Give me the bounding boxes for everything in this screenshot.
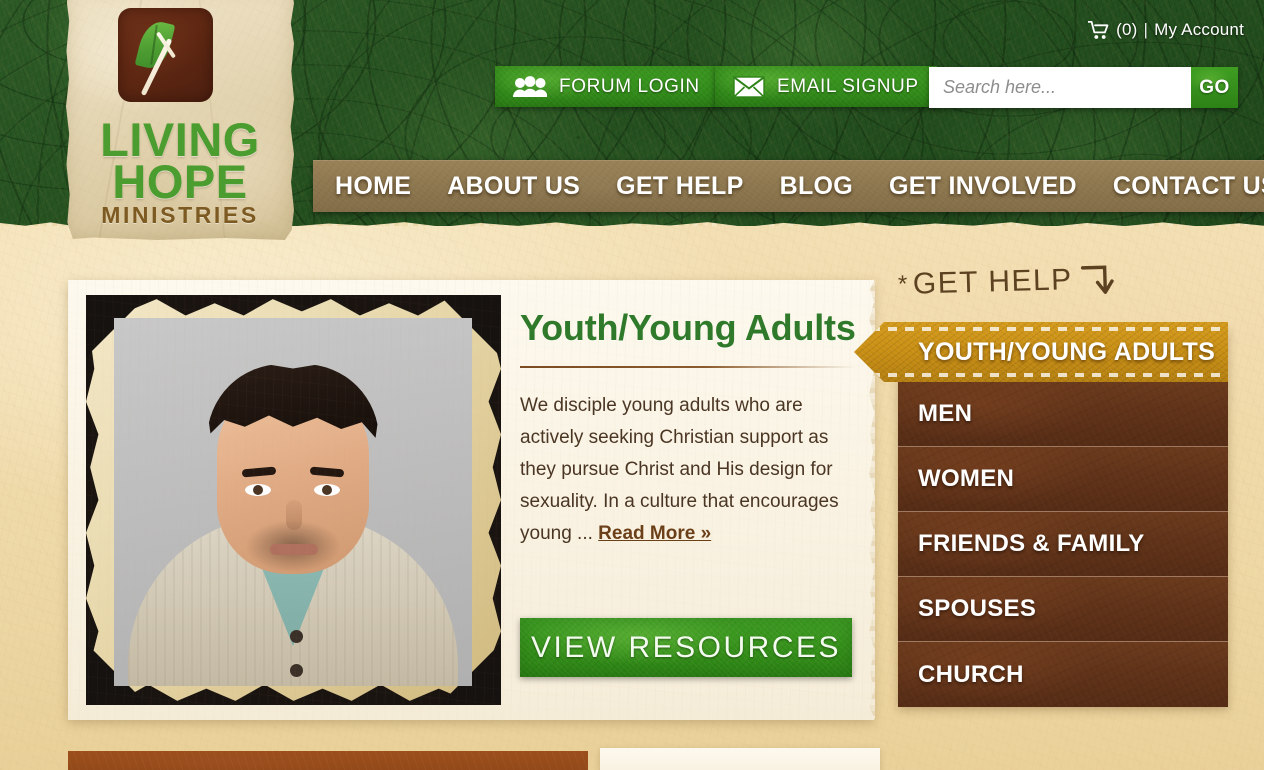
get-help-menu-items: MEN WOMEN FRIENDS & FAMILY SPOUSES CHURC… xyxy=(898,328,1228,707)
logo-leaf-mark xyxy=(118,8,213,102)
my-account-link[interactable]: My Account xyxy=(1154,20,1244,40)
sidebar-item-women[interactable]: WOMEN xyxy=(898,447,1228,512)
sidebar-item-friends-family[interactable]: FRIENDS & FAMILY xyxy=(898,512,1228,577)
sidebar-item-label: CHURCH xyxy=(918,660,1024,688)
sidebar-item-label: MEN xyxy=(918,400,973,427)
forum-login-label: FORUM LOGIN xyxy=(559,75,700,97)
nav-item-blog[interactable]: BLOG xyxy=(762,172,871,201)
sidebar-item-church[interactable]: CHURCH xyxy=(898,642,1228,707)
sidebar-heading: * GET HELP xyxy=(898,261,1116,303)
logo-line-2: HOPE xyxy=(112,155,248,208)
site-logo[interactable]: LIVING HOPE MINISTRIES xyxy=(66,0,294,240)
email-signup-button[interactable]: EMAIL SIGNUP xyxy=(715,66,937,107)
search-form: GO xyxy=(929,67,1238,108)
nav-item-about-us[interactable]: ABOUT US xyxy=(429,172,598,201)
feature-description: We disciple young adults who are activel… xyxy=(520,390,856,550)
cart-count: (0) xyxy=(1116,20,1138,39)
nav-item-home[interactable]: HOME xyxy=(313,172,429,201)
portrait-button-lower xyxy=(290,664,303,677)
sidebar-item-label: FRIENDS & FAMILY xyxy=(918,530,1145,557)
sidebar-heading-star: * xyxy=(897,270,910,299)
nav-item-get-help[interactable]: GET HELP xyxy=(598,172,761,201)
portrait-button-upper xyxy=(290,630,303,643)
nav-item-contact-us[interactable]: CONTACT US xyxy=(1095,172,1264,201)
main-navigation: HOME ABOUT US GET HELP BLOG GET INVOLVED… xyxy=(313,160,1264,212)
feature-copy: Youth/Young Adults We disciple young adu… xyxy=(520,307,856,550)
sidebar-item-label: SPOUSES xyxy=(918,595,1037,622)
photo-frame xyxy=(86,295,501,705)
sidebar-item-spouses[interactable]: SPOUSES xyxy=(898,577,1228,642)
envelope-icon xyxy=(733,75,765,98)
portrait-photo xyxy=(114,318,472,686)
forum-login-button[interactable]: FORUM LOGIN xyxy=(495,66,718,107)
page-background: (0) | My Account FORUM LOGIN EMAIL SIGNU… xyxy=(0,0,1264,770)
account-separator: | xyxy=(1143,20,1149,39)
page-title: Youth/Young Adults xyxy=(520,307,856,348)
portrait-eye-right xyxy=(314,484,340,496)
get-help-menu: YOUTH/YOUNG ADULTS MEN WOMEN FRIENDS & F… xyxy=(854,322,1228,707)
read-more-link[interactable]: Read More » xyxy=(598,523,711,544)
portrait-nose xyxy=(286,500,302,530)
title-divider xyxy=(520,366,856,369)
feature-description-text: We disciple young adults who are activel… xyxy=(520,395,839,544)
feature-card: Youth/Young Adults We disciple young adu… xyxy=(68,280,875,720)
email-signup-label: EMAIL SIGNUP xyxy=(777,75,919,97)
shopping-cart-icon[interactable] xyxy=(1088,20,1109,40)
view-resources-label: VIEW RESOURCES xyxy=(530,630,842,664)
secondary-banner xyxy=(68,751,588,770)
secondary-card xyxy=(600,748,880,770)
sidebar-heading-text: GET HELP xyxy=(912,263,1074,301)
sidebar-item-label: YOUTH/YOUNG ADULTS xyxy=(918,337,1216,366)
account-bar: (0) | My Account xyxy=(1088,20,1244,40)
portrait-eye-left xyxy=(245,484,271,496)
sidebar-item-men[interactable]: MEN xyxy=(898,382,1228,447)
sidebar-item-label: WOMEN xyxy=(918,465,1015,492)
portrait-mouth xyxy=(270,544,318,555)
view-resources-button[interactable]: VIEW RESOURCES xyxy=(520,618,852,677)
users-icon xyxy=(513,75,547,97)
nav-item-get-involved[interactable]: GET INVOLVED xyxy=(871,172,1095,201)
search-input[interactable] xyxy=(929,67,1191,108)
sidebar-item-youth-young-adults[interactable]: YOUTH/YOUNG ADULTS xyxy=(854,322,1228,382)
search-go-button[interactable]: GO xyxy=(1191,67,1238,108)
curved-down-arrow-icon xyxy=(1080,265,1114,294)
logo-line-3: MINISTRIES xyxy=(101,202,259,228)
